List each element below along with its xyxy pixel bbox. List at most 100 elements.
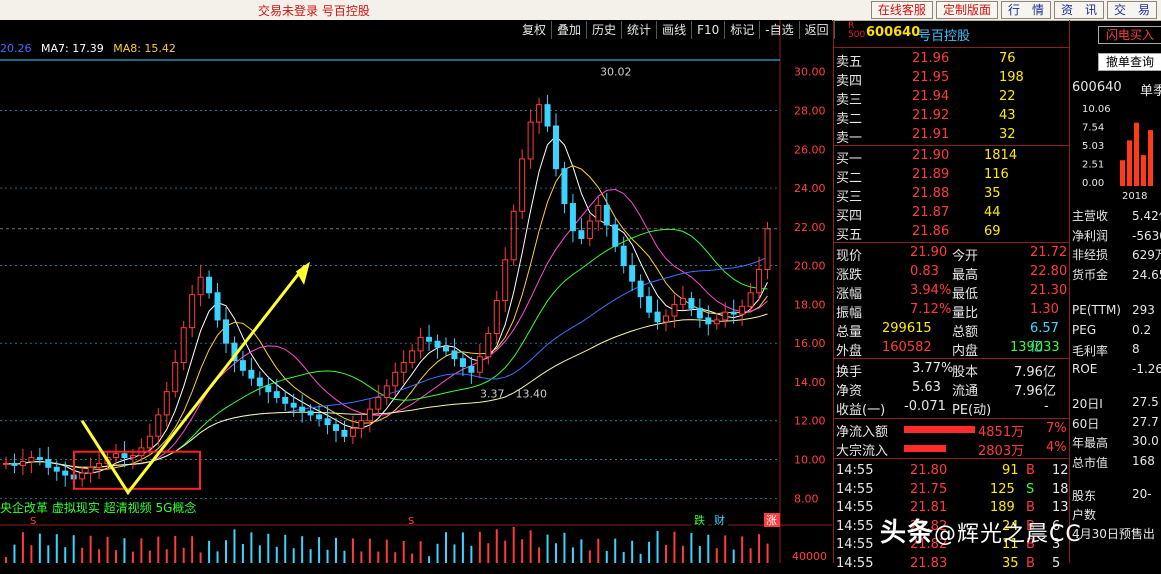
fund-label: 60日 xyxy=(1072,416,1100,431)
candle-body xyxy=(214,292,221,321)
flow-pct: 4% xyxy=(1046,440,1067,455)
fund-value: 168 xyxy=(1132,453,1155,468)
toolbar-draw[interactable]: 画线 xyxy=(657,21,693,39)
toolbar-f10[interactable]: F10 xyxy=(692,21,726,39)
candle-body xyxy=(45,459,52,468)
quote-row: 卖一 21.91 32 xyxy=(834,126,1070,146)
ask-label: 卖二 xyxy=(836,112,863,127)
y-tick-label: 18.00 xyxy=(794,298,826,311)
candle-body xyxy=(87,466,94,474)
tick-count: 5 xyxy=(1052,555,1061,571)
trade-button[interactable]: 交 易 xyxy=(1106,1,1157,19)
quote-header: R 500 600640 号百控股 xyxy=(834,21,1070,45)
candle-body xyxy=(485,332,492,358)
candle-body xyxy=(290,402,297,408)
toolbar-stats[interactable]: 统计 xyxy=(622,21,658,39)
toolbar-restore-rights[interactable]: 复权 xyxy=(517,21,553,39)
candle-body xyxy=(586,220,593,239)
online-service-button[interactable]: 在线客服 xyxy=(870,1,933,19)
bid-volume: 44 xyxy=(984,205,1001,220)
toolbar-overlay[interactable]: 叠加 xyxy=(552,21,588,39)
candle-body xyxy=(256,377,263,387)
bid-price: 21.90 xyxy=(912,148,950,163)
top-buttons: 在线客服 定制版面 行 情 资 讯 交 易 xyxy=(870,1,1157,19)
quote-row: 卖三 21.94 22 xyxy=(834,88,1070,108)
fund-value: 8 xyxy=(1132,342,1140,356)
quote-row: 买一 21.90 1814 xyxy=(834,147,1070,167)
candle-body xyxy=(239,360,246,371)
stat-label: 换手 xyxy=(836,365,863,380)
stat-label: 外盘 xyxy=(836,344,863,359)
candle-body xyxy=(19,460,26,466)
candle-body xyxy=(189,294,196,329)
stat-value: 21.30 xyxy=(1030,283,1068,298)
candle-body xyxy=(383,385,390,398)
flash-buy-button[interactable]: 闪电买入 xyxy=(1098,26,1161,44)
watermark-handle: @辉光之晨CC xyxy=(934,522,1082,547)
candle-body xyxy=(620,245,627,267)
toolbar-back[interactable]: 返回 xyxy=(800,21,835,39)
market-button[interactable]: 行 情 xyxy=(1000,1,1051,19)
divider xyxy=(834,418,1070,419)
divider xyxy=(834,458,1070,459)
candle-body xyxy=(536,104,543,123)
news-button[interactable]: 资 讯 xyxy=(1053,1,1104,19)
tab-quarter[interactable]: 单季 xyxy=(1140,80,1161,99)
stat-label: 最高 xyxy=(952,268,979,283)
candle-body xyxy=(696,307,703,319)
fund-label: 毛利率 xyxy=(1072,344,1109,358)
stat-label: 收益(一) xyxy=(836,403,886,418)
candle-body xyxy=(180,327,187,364)
candle-body xyxy=(36,457,43,461)
event-marker[interactable]: S xyxy=(408,516,414,527)
toolbar-watchlist[interactable]: -自选 xyxy=(760,21,800,39)
stat-label: 今开 xyxy=(952,249,979,264)
y-tick-label: 12.00 xyxy=(794,415,826,428)
candle-body xyxy=(79,472,86,480)
stat-label: 振幅 xyxy=(836,306,863,321)
bid-volume: 1814 xyxy=(984,148,1018,163)
event-marker[interactable]: 财 xyxy=(714,513,725,527)
stat-value: 139033 xyxy=(1010,340,1060,355)
candle-body xyxy=(265,385,272,393)
event-marker[interactable]: S xyxy=(30,516,36,527)
tick-time: 14:55 xyxy=(836,500,874,515)
bid-label: 买一 xyxy=(836,152,863,167)
ask-price: 21.92 xyxy=(912,108,950,123)
stat-value: 1.30 xyxy=(1030,302,1059,317)
candle-body xyxy=(502,259,509,302)
kline-chart[interactable]: 30.00 28.00 26.00 24.00 22.00 20.00 18.00 16.00… xyxy=(0,20,832,563)
event-marker[interactable]: 跌 xyxy=(694,513,705,527)
candle-body xyxy=(688,298,695,309)
quote-row: 14:55 21.80 91 B 12 xyxy=(834,462,1070,481)
event-marker[interactable]: 涨 xyxy=(766,514,777,527)
quote-panel: R 500 600640 号百控股 卖五 21.96 76 卖四 21.95 198 卖三 2… xyxy=(833,20,1070,571)
stat-label: 总额 xyxy=(952,325,979,340)
fund-value: 293 xyxy=(1132,303,1155,317)
candle-body xyxy=(307,410,314,416)
candle-body xyxy=(476,356,483,373)
stat-label: 流通 xyxy=(952,384,979,399)
ma5-value: 20.26 xyxy=(0,42,32,55)
stat-value: 160582 xyxy=(882,340,932,355)
fund-value: 629万 xyxy=(1132,248,1161,262)
flow-value: 4851万 xyxy=(978,425,1025,440)
candle-body xyxy=(739,305,746,315)
custom-layout-button[interactable]: 定制版面 xyxy=(935,1,998,19)
toolbar-mark[interactable]: 标记 xyxy=(725,21,761,39)
mini-bar xyxy=(1127,140,1132,186)
y-tick-label: 10.00 xyxy=(794,454,826,467)
y-tick-label: 26.00 xyxy=(794,143,826,156)
bid-price: 21.86 xyxy=(912,224,950,239)
r-badge: R 500 xyxy=(848,21,866,40)
ask-price: 21.94 xyxy=(912,89,950,104)
stat-value: 0.83 xyxy=(910,264,939,279)
quote-row: 卖二 21.92 43 xyxy=(834,107,1070,127)
toolbar-history[interactable]: 历史 xyxy=(587,21,623,39)
y-tick-label: 20.00 xyxy=(794,260,826,273)
cancel-query-button[interactable]: 撤单查询 xyxy=(1098,53,1161,71)
mini-year: 2018 xyxy=(1122,191,1147,202)
candle-body xyxy=(629,265,636,282)
quote-row: 换手 3.77% 股本 7.96亿 xyxy=(834,360,1070,380)
candle-body xyxy=(493,300,500,334)
